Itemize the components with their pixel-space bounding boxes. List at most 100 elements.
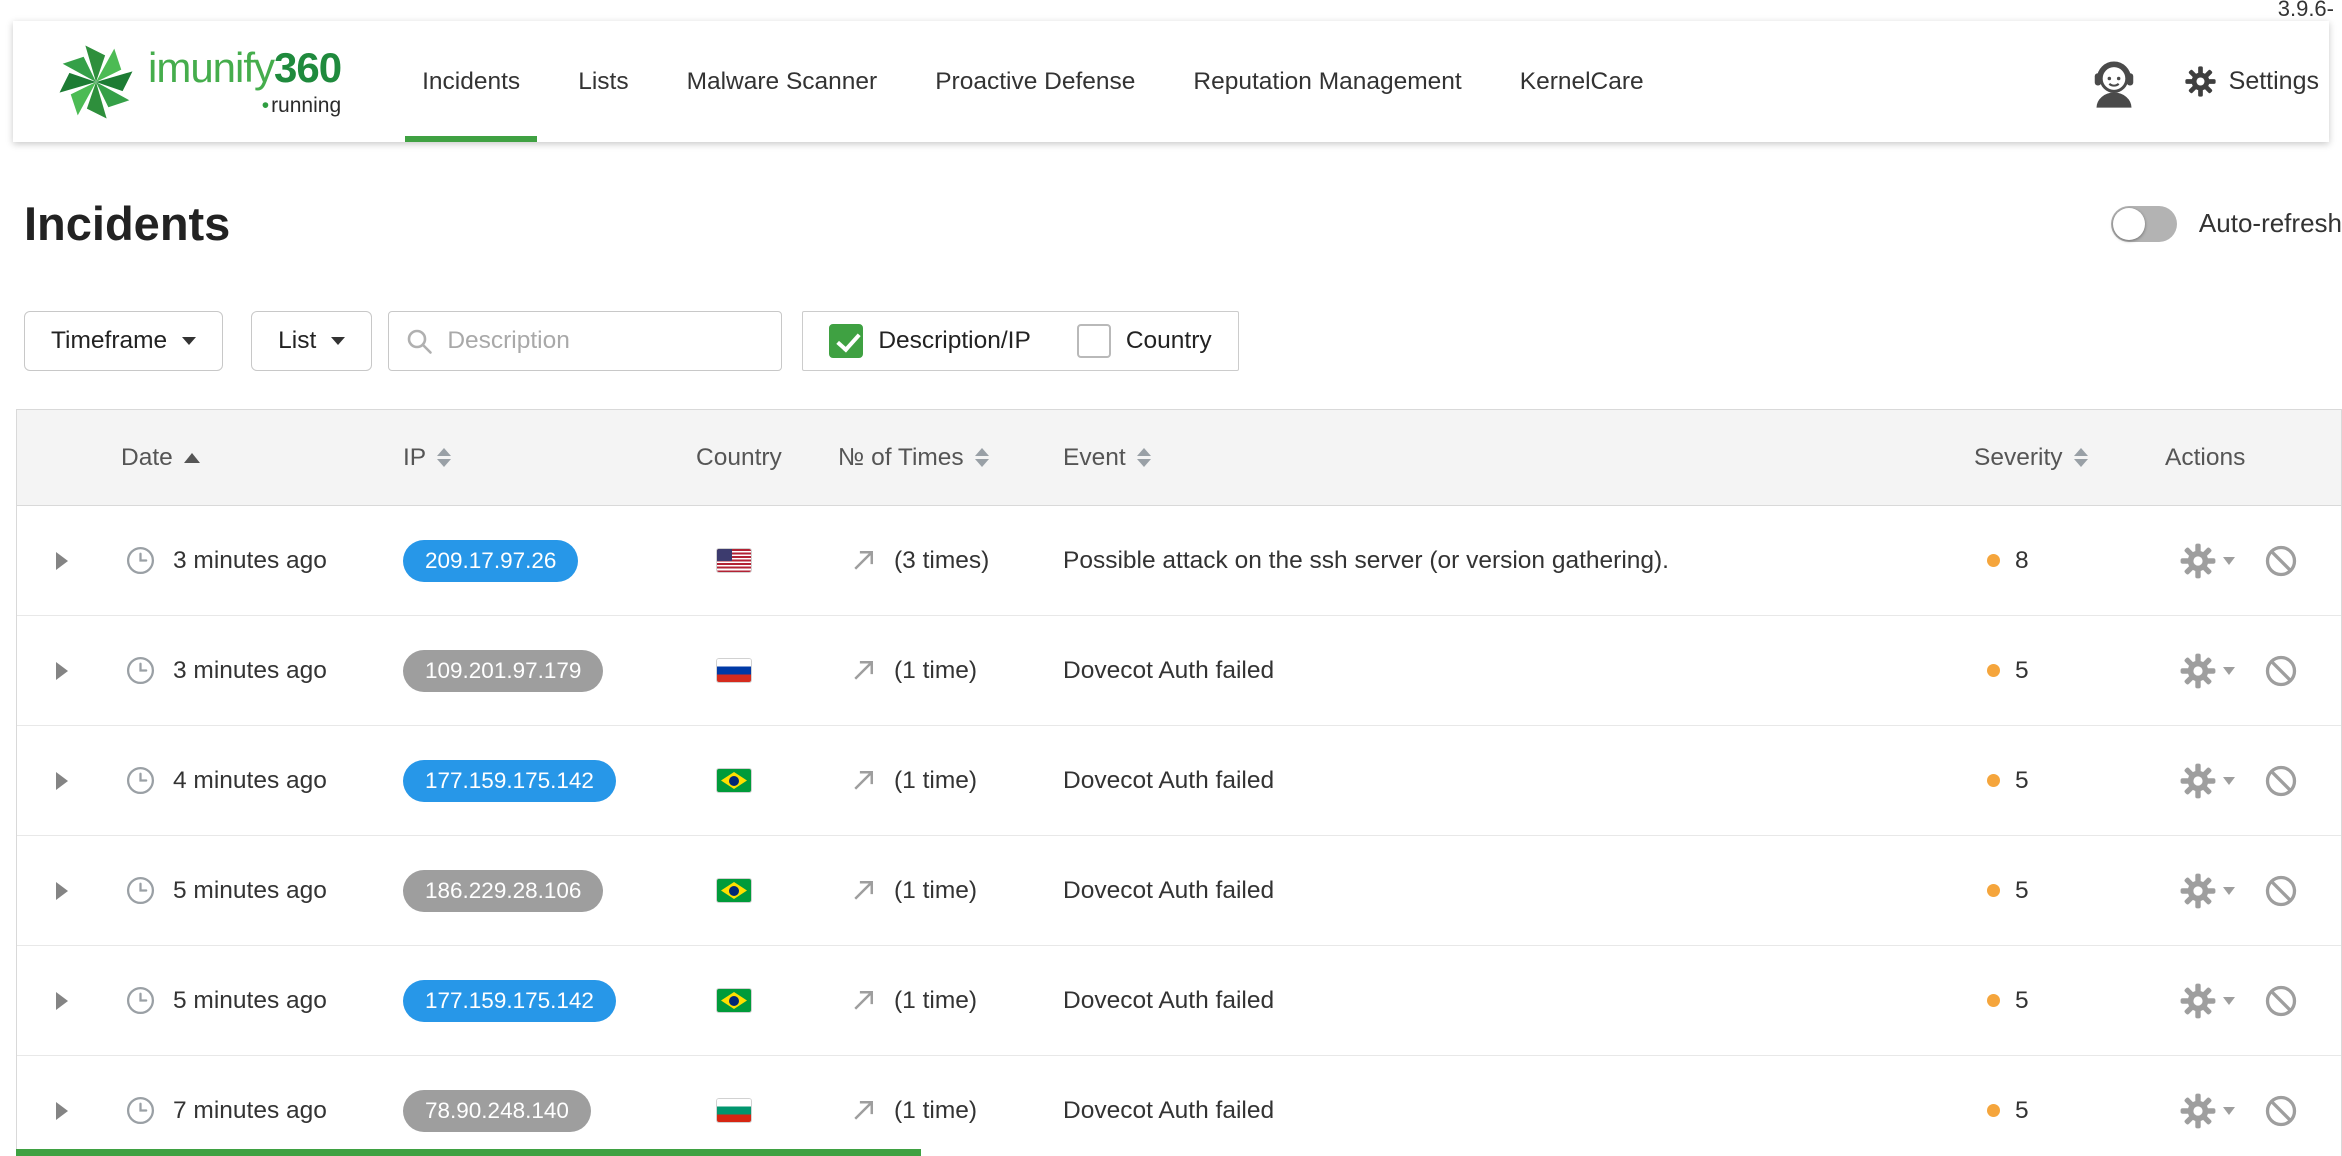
support-agent-icon[interactable]: [2086, 54, 2142, 110]
expand-row-button[interactable]: [56, 1102, 68, 1120]
ip-badge[interactable]: 177.159.175.142: [403, 760, 616, 802]
column-header-country: Country: [692, 444, 832, 472]
chevron-down-icon: [182, 337, 196, 345]
toggle-knob: [2113, 208, 2145, 240]
search-icon: [404, 326, 434, 356]
arrow-up-right-icon[interactable]: [848, 655, 879, 686]
column-header-date[interactable]: Date: [107, 444, 397, 472]
tab-incidents[interactable]: Incidents: [393, 21, 549, 142]
incident-date: 4 minutes ago: [173, 767, 327, 795]
arrow-up-right-icon[interactable]: [848, 875, 879, 906]
ip-badge[interactable]: 209.17.97.26: [403, 540, 578, 582]
severity-dot: [1987, 774, 2000, 787]
arrow-up-right-icon[interactable]: [848, 985, 879, 1016]
arrow-up-right-icon[interactable]: [848, 545, 879, 576]
severity-dot: [1987, 554, 2000, 567]
expand-row-button[interactable]: [56, 772, 68, 790]
clock-icon: [125, 545, 156, 576]
tab-lists[interactable]: Lists: [549, 21, 657, 142]
settings-button[interactable]: Settings: [2184, 65, 2319, 98]
arrow-up-right-icon[interactable]: [848, 1095, 879, 1126]
table-body: 3 minutes ago 209.17.97.26 (3 times) Pos…: [17, 506, 2341, 1156]
chevron-down-icon: [331, 337, 345, 345]
country-flag-bg: [717, 1099, 751, 1122]
column-header-event[interactable]: Event: [1057, 444, 1949, 472]
times-count: (1 time): [894, 1097, 977, 1125]
timeframe-dropdown[interactable]: Timeframe: [24, 311, 223, 371]
app-version: 3.9.6-: [2278, 0, 2334, 22]
filter-bar: Timeframe List Description/IP Country: [24, 311, 2342, 371]
table-row: 3 minutes ago 109.201.97.179 (1 time) Do…: [17, 616, 2341, 726]
column-header-ip[interactable]: IP: [397, 444, 692, 472]
row-actions-menu-button[interactable]: [2179, 652, 2235, 690]
checkbox-country[interactable]: Country: [1077, 324, 1212, 358]
imunify-logo[interactable]: imunify360 •running: [58, 21, 341, 142]
times-count: (3 times): [894, 547, 989, 575]
imunify-star-icon: [58, 44, 134, 120]
ignore-ban-icon[interactable]: [2263, 1093, 2299, 1129]
row-actions-menu-button[interactable]: [2179, 542, 2235, 580]
table-row: 4 minutes ago 177.159.175.142 (1 time) D…: [17, 726, 2341, 836]
country-flag-br: [717, 989, 751, 1012]
brand-name: imunify: [148, 44, 274, 91]
expand-row-button[interactable]: [56, 552, 68, 570]
clock-icon: [125, 765, 156, 796]
table-header: Date IP Country № of Times Event Severit…: [17, 410, 2341, 506]
ip-badge[interactable]: 109.201.97.179: [403, 650, 603, 692]
ignore-ban-icon[interactable]: [2263, 653, 2299, 689]
ip-badge[interactable]: 177.159.175.142: [403, 980, 616, 1022]
severity-value: 5: [2015, 1097, 2029, 1125]
row-actions-menu-button[interactable]: [2179, 872, 2235, 910]
ignore-ban-icon[interactable]: [2263, 543, 2299, 579]
times-count: (1 time): [894, 767, 977, 795]
search-scope-group: Description/IP Country: [802, 311, 1238, 371]
column-header-actions: Actions: [2149, 444, 2341, 472]
row-actions-menu-button[interactable]: [2179, 982, 2235, 1020]
expand-row-button[interactable]: [56, 992, 68, 1010]
gear-icon: [2179, 982, 2217, 1020]
tab-reputation-management[interactable]: Reputation Management: [1164, 21, 1490, 142]
event-description: Dovecot Auth failed: [1063, 1097, 1274, 1125]
row-actions-menu-button[interactable]: [2179, 762, 2235, 800]
gear-icon: [2179, 652, 2217, 690]
severity-dot: [1987, 664, 2000, 677]
incident-date: 7 minutes ago: [173, 1097, 327, 1125]
column-header-times[interactable]: № of Times: [832, 444, 1057, 472]
clock-icon: [125, 1095, 156, 1126]
column-header-severity[interactable]: Severity: [1949, 444, 2149, 472]
horizontal-scrollbar-thumb[interactable]: [16, 1149, 921, 1156]
checkbox-box[interactable]: [1077, 324, 1111, 358]
ip-badge[interactable]: 78.90.248.140: [403, 1090, 591, 1132]
tab-kernelcare[interactable]: KernelCare: [1491, 21, 1673, 142]
expand-row-button[interactable]: [56, 882, 68, 900]
severity-value: 5: [2015, 987, 2029, 1015]
list-dropdown[interactable]: List: [251, 311, 372, 371]
top-navigation-bar: imunify360 •running Incidents Lists Malw…: [13, 21, 2329, 142]
ignore-ban-icon[interactable]: [2263, 763, 2299, 799]
country-flag-br: [717, 769, 751, 792]
row-actions-menu-button[interactable]: [2179, 1092, 2235, 1130]
event-description: Dovecot Auth failed: [1063, 987, 1274, 1015]
incident-date: 5 minutes ago: [173, 877, 327, 905]
checkbox-box[interactable]: [829, 324, 863, 358]
incidents-table: Date IP Country № of Times Event Severit…: [16, 409, 2342, 1156]
search-input[interactable]: [388, 311, 782, 371]
checkbox-description-ip[interactable]: Description/IP: [829, 324, 1031, 358]
ignore-ban-icon[interactable]: [2263, 873, 2299, 909]
clock-icon: [125, 985, 156, 1016]
main-nav: Incidents Lists Malware Scanner Proactiv…: [393, 21, 1673, 142]
arrow-up-right-icon[interactable]: [848, 765, 879, 796]
country-flag-ru: [717, 659, 751, 682]
auto-refresh-toggle[interactable]: [2111, 206, 2177, 242]
incident-date: 3 minutes ago: [173, 657, 327, 685]
incident-date: 5 minutes ago: [173, 987, 327, 1015]
times-count: (1 time): [894, 877, 977, 905]
caret-down-icon: [2223, 777, 2235, 785]
tab-malware-scanner[interactable]: Malware Scanner: [658, 21, 907, 142]
expand-row-button[interactable]: [56, 662, 68, 680]
gear-icon: [2179, 1092, 2217, 1130]
ip-badge[interactable]: 186.229.28.106: [403, 870, 603, 912]
ignore-ban-icon[interactable]: [2263, 983, 2299, 1019]
tab-proactive-defense[interactable]: Proactive Defense: [906, 21, 1164, 142]
event-description: Dovecot Auth failed: [1063, 877, 1274, 905]
